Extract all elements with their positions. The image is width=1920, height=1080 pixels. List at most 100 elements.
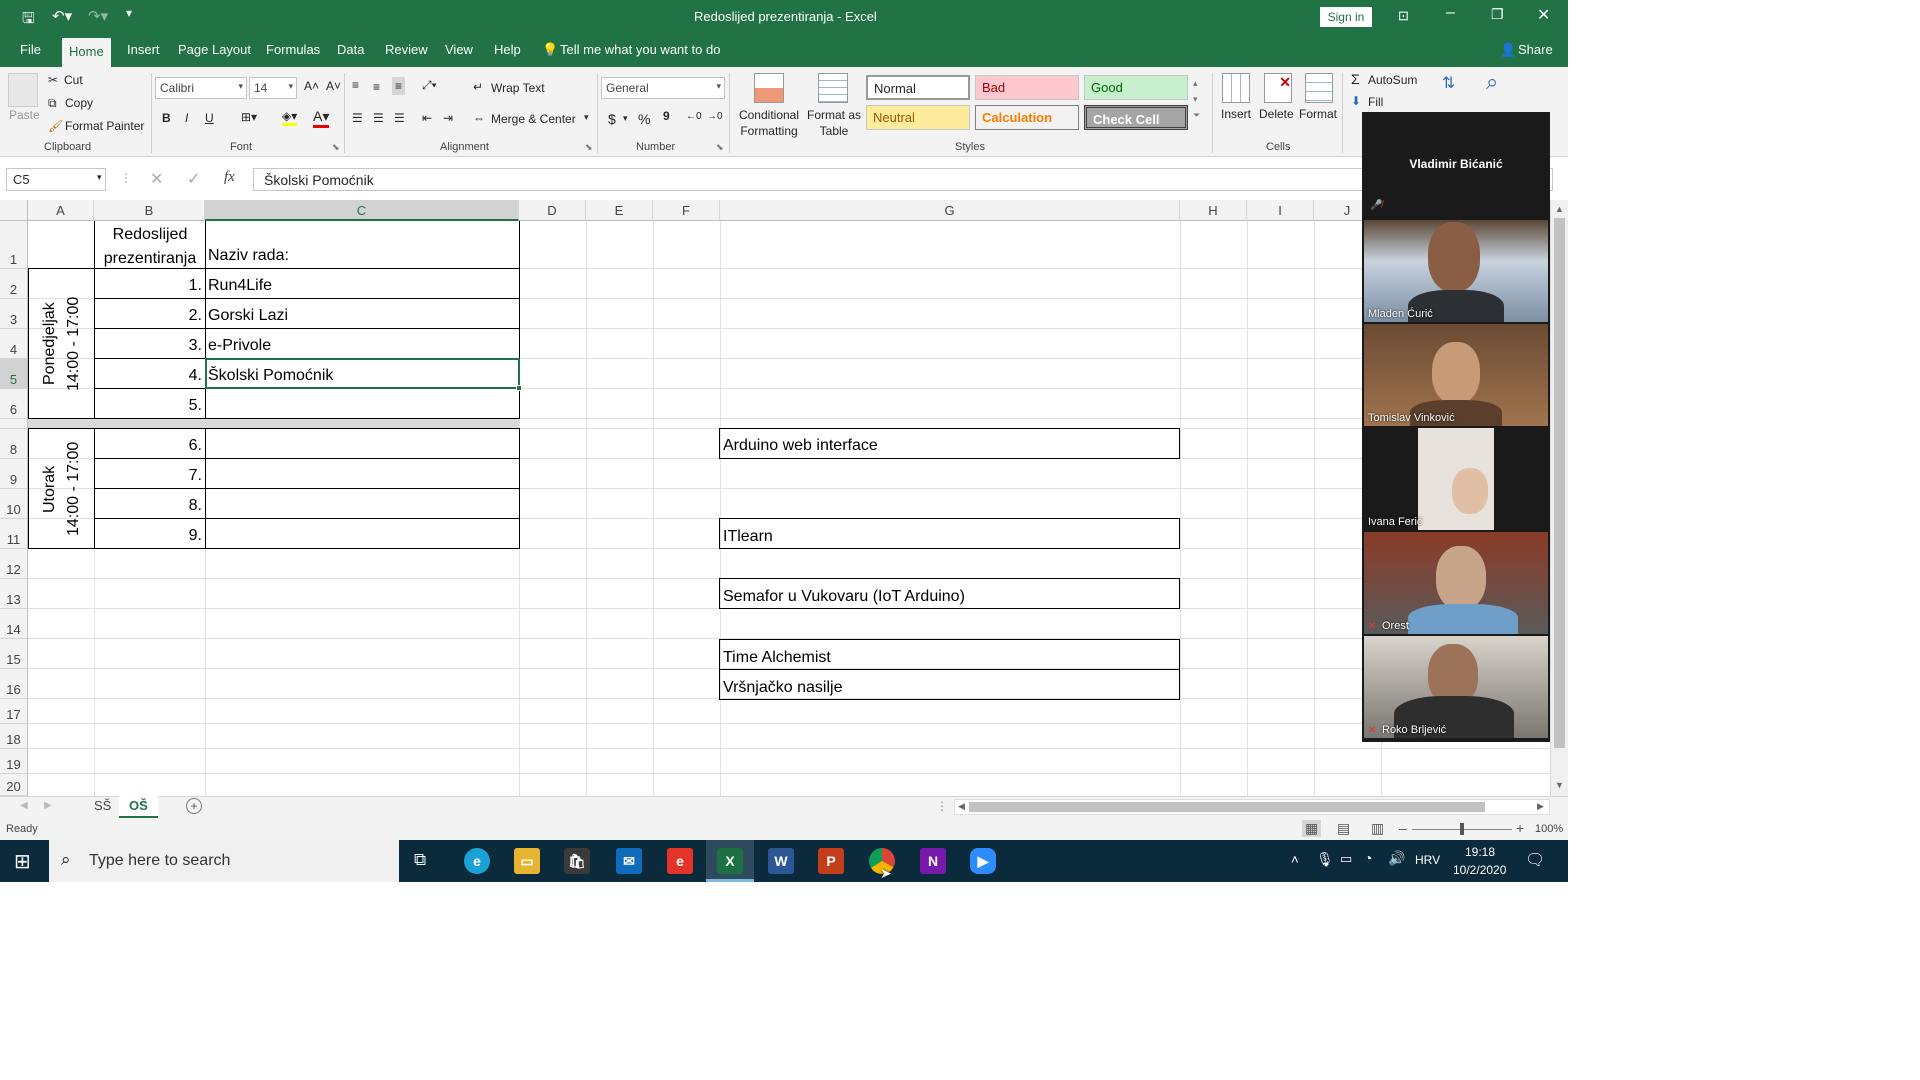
name-box-dropdown-icon[interactable]: ▾ (97, 172, 102, 183)
conditional-formatting-icon[interactable] (754, 73, 784, 103)
tab-file[interactable]: File (20, 42, 41, 57)
microphone-icon[interactable]: 🎙 (1316, 851, 1334, 868)
style-good[interactable]: Good (1084, 75, 1188, 100)
add-sheet-icon[interactable]: + (186, 798, 202, 814)
e-dnevnik-icon[interactable]: e (667, 848, 693, 874)
order-cell[interactable]: 8. (96, 497, 202, 515)
g-cell[interactable]: ITlearn (723, 528, 773, 546)
language-indicator[interactable]: HRV (1415, 853, 1440, 867)
autosum-button[interactable]: AutoSum (1368, 73, 1417, 87)
comma-style-button[interactable]: 9 (663, 109, 670, 123)
format-as-table-icon[interactable] (818, 73, 848, 103)
row-header[interactable]: 16 (0, 669, 28, 699)
select-all-corner[interactable] (0, 200, 28, 221)
align-center-icon[interactable]: ☰ (373, 111, 384, 125)
g-cell[interactable]: Time Alchemist (723, 649, 831, 667)
row-header[interactable]: 13 (0, 579, 28, 609)
redo-icon[interactable]: ↷▾ (88, 7, 108, 25)
column-header-i[interactable]: I (1247, 200, 1314, 221)
sheet-tab-os[interactable]: OŠ (119, 796, 158, 818)
format-as-table-button[interactable]: Format as Table (806, 107, 862, 139)
row-header[interactable]: 4 (0, 329, 28, 359)
title-cell[interactable]: Run4Life (208, 277, 272, 295)
style-neutral[interactable]: Neutral (866, 105, 970, 130)
font-size-select[interactable]: 14 (249, 77, 297, 99)
clock-date[interactable]: 10/2/2020 (1453, 863, 1506, 877)
order-cell[interactable]: 1. (96, 277, 202, 295)
align-left-icon[interactable]: ☰ (352, 111, 363, 125)
autosum-icon[interactable]: Σ (1351, 71, 1360, 87)
task-view-icon[interactable]: ⧉ (414, 850, 426, 870)
row-header-hidden[interactable] (0, 419, 28, 429)
column-header-d[interactable]: D (519, 200, 586, 221)
style-bad[interactable]: Bad (975, 75, 1079, 100)
tell-me-box[interactable]: Tell me what you want to do (560, 42, 720, 57)
increase-font-icon[interactable]: A˄ (304, 79, 319, 93)
horizontal-scrollbar[interactable]: ◀ ▶ (954, 799, 1550, 815)
format-cells-icon[interactable] (1305, 73, 1333, 103)
next-sheet-icon[interactable]: ▶ (44, 800, 52, 811)
tab-home[interactable]: Home (62, 38, 111, 67)
name-box[interactable]: C5 (6, 168, 106, 191)
row-header[interactable]: 15 (0, 639, 28, 669)
fill-icon[interactable]: ⬇ (1351, 94, 1361, 108)
notifications-icon[interactable]: 🗨 (1525, 850, 1545, 870)
delete-cells-button[interactable]: Delete (1259, 107, 1294, 121)
tab-page-layout[interactable]: Page Layout (178, 42, 251, 57)
windows-start-icon[interactable]: ⊞ (14, 849, 31, 874)
decrease-decimal-icon[interactable]: →0 (707, 111, 723, 122)
zoom-icon[interactable]: ▶ (970, 848, 996, 874)
formula-input[interactable]: Školski Pomoćnik (253, 168, 1553, 191)
column-header-a[interactable]: A (28, 200, 94, 221)
order-cell[interactable]: 9. (96, 527, 202, 545)
style-check-cell[interactable]: Check Cell (1084, 105, 1188, 130)
alignment-dialog-launcher-icon[interactable]: ⬊ (585, 142, 593, 153)
zoom-slider-thumb[interactable] (1460, 823, 1464, 835)
column-header-h[interactable]: H (1180, 200, 1247, 221)
tab-view[interactable]: View (445, 42, 473, 57)
tab-formulas[interactable]: Formulas (266, 42, 320, 57)
merge-dropdown-icon[interactable]: ▾ (584, 112, 589, 123)
insert-function-button[interactable]: fx (224, 169, 235, 186)
style-normal[interactable]: Normal (866, 75, 970, 100)
maximize-button[interactable]: ❐ (1491, 6, 1504, 23)
percent-button[interactable]: % (638, 111, 650, 127)
page-layout-view-icon[interactable]: ▤ (1337, 820, 1350, 837)
sort-filter-icon[interactable]: ⇅ (1442, 73, 1455, 93)
borders-icon[interactable]: ⊞▾ (241, 110, 257, 124)
store-icon[interactable]: 🛍 (564, 848, 590, 874)
participant-tile-1[interactable]: Mladen Ćurić (1364, 220, 1548, 322)
order-cell[interactable]: 3. (96, 337, 202, 355)
paste-icon[interactable] (8, 73, 38, 107)
column-header-e[interactable]: E (586, 200, 653, 221)
row-header[interactable]: 2 (0, 269, 28, 299)
italic-button[interactable]: I (185, 111, 188, 125)
number-format-select[interactable]: General (601, 77, 725, 99)
row-header[interactable]: 19 (0, 749, 28, 774)
tab-data[interactable]: Data (337, 42, 364, 57)
customize-qat-icon[interactable]: ▾ (126, 6, 132, 20)
styles-scroll-icon[interactable]: ▴ ▾ ⏷ (1193, 75, 1200, 123)
row-header[interactable]: 20 (0, 774, 28, 796)
powerpoint-icon[interactable]: P (818, 848, 844, 874)
participant-tile-4[interactable]: Orest ✕ (1364, 532, 1548, 634)
row-header[interactable]: 6 (0, 389, 28, 419)
participant-tile-5[interactable]: Roko Brljević ✕ (1364, 636, 1548, 738)
font-name-select[interactable]: Calibri (155, 77, 247, 99)
h-scrollbar-thumb[interactable] (969, 802, 1485, 812)
page-break-view-icon[interactable]: ▥ (1371, 820, 1384, 837)
tab-review[interactable]: Review (385, 42, 428, 57)
file-explorer-icon[interactable]: ▭ (514, 848, 540, 874)
bold-button[interactable]: B (162, 111, 171, 125)
wrap-text-icon[interactable]: ↵ (473, 80, 483, 94)
edge-icon[interactable]: e (464, 848, 490, 874)
vertical-scrollbar[interactable]: ▲ ▼ (1550, 200, 1568, 796)
merge-center-button[interactable]: Merge & Center (491, 112, 576, 126)
underline-button[interactable]: U (205, 111, 214, 125)
row-header[interactable]: 18 (0, 724, 28, 749)
scroll-right-icon[interactable]: ▶ (1537, 801, 1544, 812)
close-button[interactable]: ✕ (1537, 5, 1550, 25)
volume-icon[interactable]: 🔊 (1388, 850, 1405, 867)
scrollbar-thumb[interactable] (1554, 218, 1565, 748)
participant-tile-2[interactable]: Tomislav Vinković (1364, 324, 1548, 426)
